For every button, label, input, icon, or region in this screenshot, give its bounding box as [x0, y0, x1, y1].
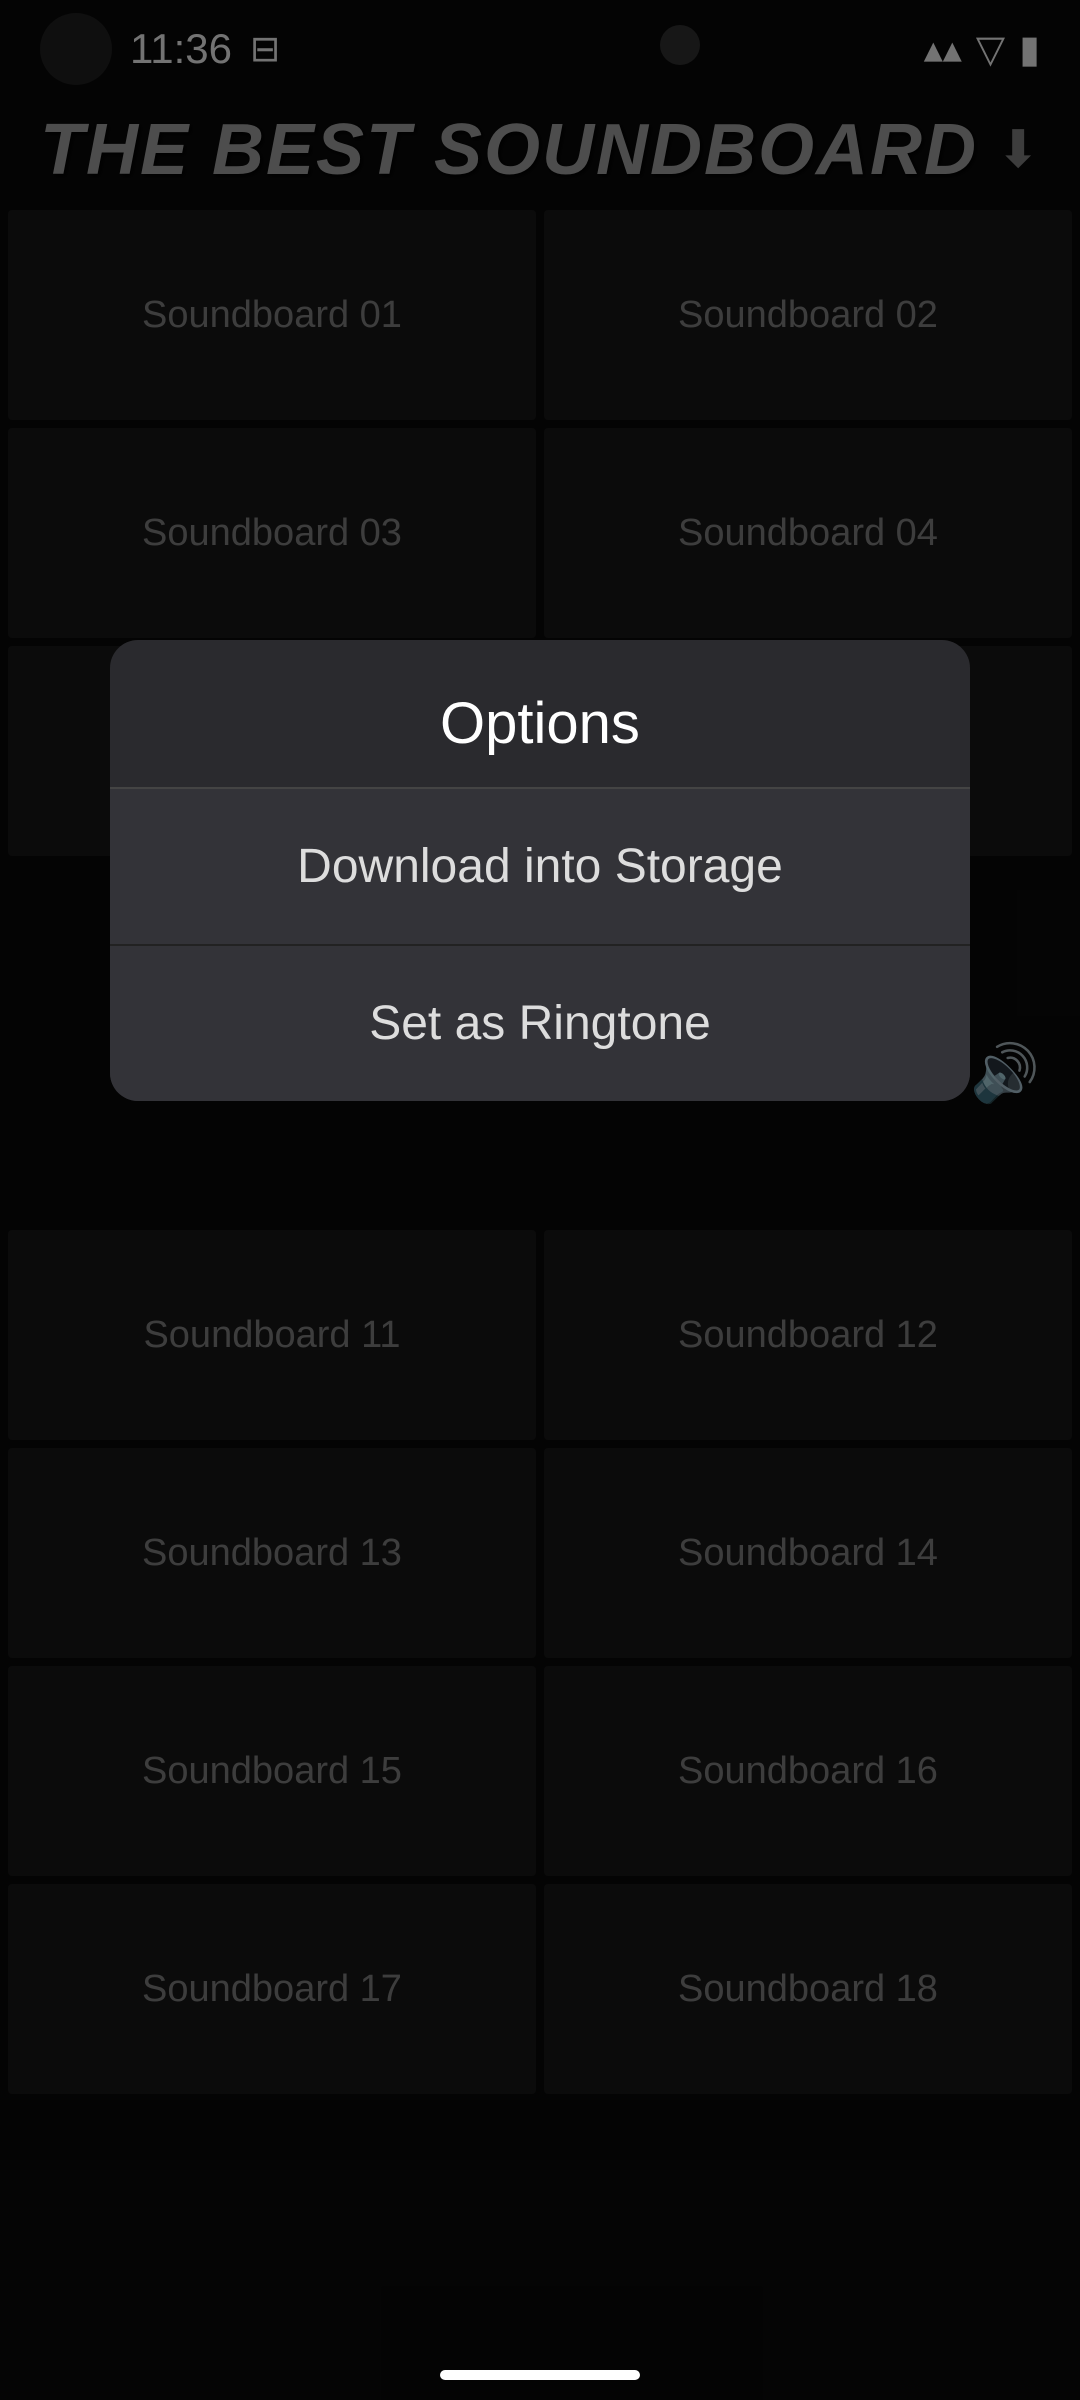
download-storage-button[interactable]: Download into Storage — [110, 789, 970, 946]
options-modal: Options Download into Storage Set as Rin… — [110, 640, 970, 1101]
modal-title-row: Options — [110, 640, 970, 789]
home-bar — [440, 2370, 640, 2380]
modal-title: Options — [440, 691, 640, 756]
modal-overlay[interactable] — [0, 0, 1080, 2400]
set-ringtone-button[interactable]: Set as Ringtone — [110, 946, 970, 1101]
